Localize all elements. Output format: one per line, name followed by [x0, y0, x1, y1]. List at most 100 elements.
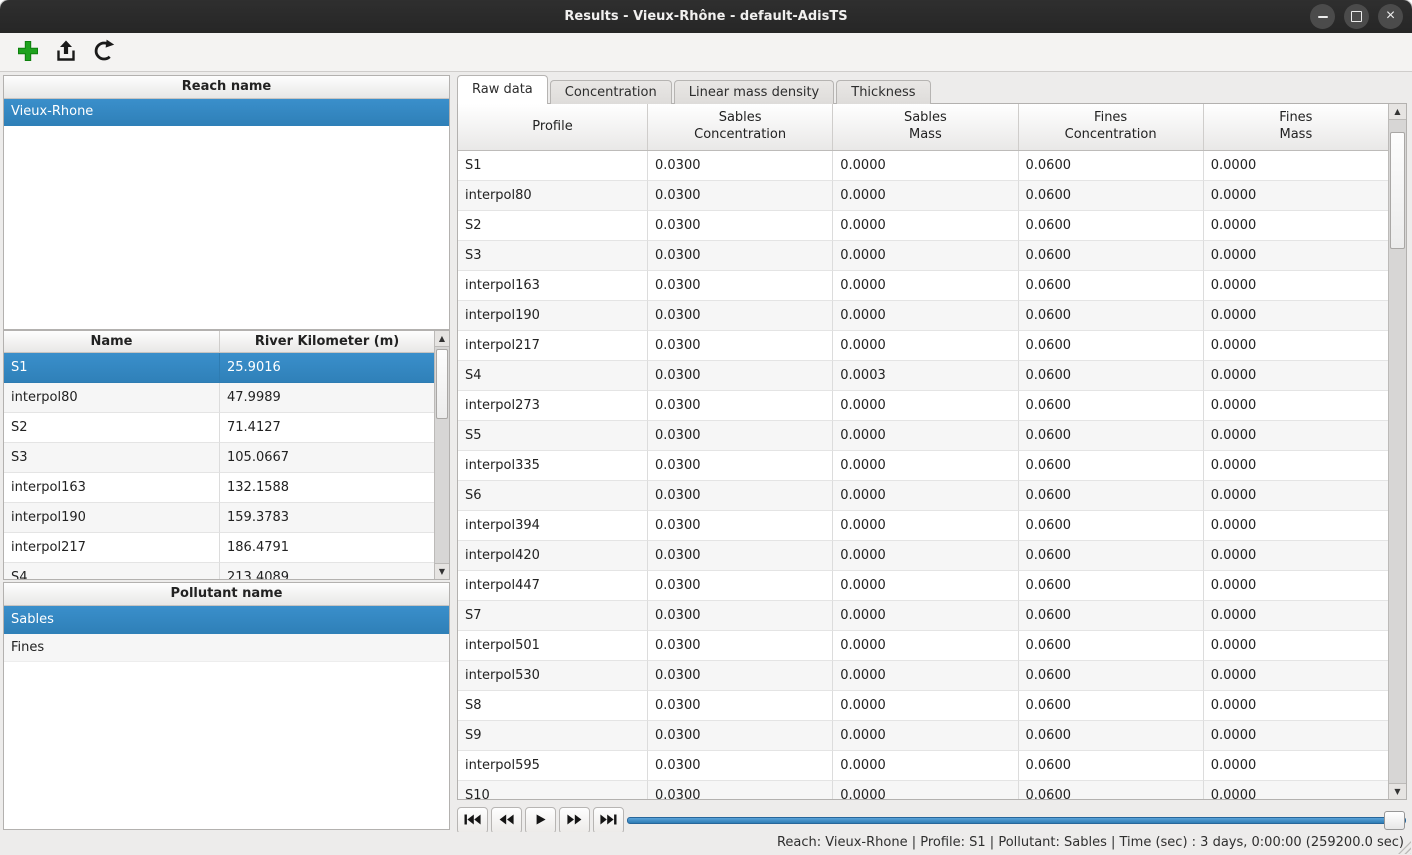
- reach-list-item[interactable]: Vieux-Rhone: [4, 99, 449, 126]
- profile-row[interactable]: S3105.0667: [4, 443, 435, 473]
- table-row[interactable]: interpol4470.03000.00000.06000.0000: [458, 571, 1389, 601]
- tab-raw-data[interactable]: Raw data: [457, 75, 548, 104]
- value-cell[interactable]: 0.0600: [1019, 451, 1204, 481]
- value-cell[interactable]: 0.0300: [648, 361, 833, 391]
- profile-cell[interactable]: S3: [458, 241, 648, 271]
- column-header[interactable]: FinesMass: [1204, 104, 1389, 150]
- value-cell[interactable]: 0.0600: [1019, 421, 1204, 451]
- profile-rk-cell[interactable]: 25.9016: [220, 353, 435, 383]
- value-cell[interactable]: 0.0000: [1204, 511, 1389, 541]
- profile-name-cell[interactable]: S1: [4, 353, 220, 383]
- pollutant-list-item[interactable]: Sables: [4, 606, 449, 634]
- profile-cell[interactable]: interpol595: [458, 751, 648, 781]
- profile-rk-cell[interactable]: 71.4127: [220, 413, 435, 443]
- tab-linear-mass-density[interactable]: Linear mass density: [674, 80, 835, 104]
- profile-name-cell[interactable]: interpol217: [4, 533, 220, 563]
- value-cell[interactable]: 0.0000: [1204, 631, 1389, 661]
- column-header[interactable]: SablesMass: [833, 104, 1018, 150]
- scrollbar-thumb[interactable]: [436, 349, 448, 419]
- profile-cell[interactable]: interpol447: [458, 571, 648, 601]
- table-row[interactable]: interpol1630.03000.00000.06000.0000: [458, 271, 1389, 301]
- value-cell[interactable]: 0.0300: [648, 601, 833, 631]
- value-cell[interactable]: 0.0000: [1204, 241, 1389, 271]
- value-cell[interactable]: 0.0300: [648, 481, 833, 511]
- table-row[interactable]: interpol4200.03000.00000.06000.0000: [458, 541, 1389, 571]
- profile-name-cell[interactable]: S3: [4, 443, 220, 473]
- value-cell[interactable]: 0.0600: [1019, 601, 1204, 631]
- value-cell[interactable]: 0.0000: [833, 661, 1018, 691]
- table-row[interactable]: S60.03000.00000.06000.0000: [458, 481, 1389, 511]
- profile-cell[interactable]: S10: [458, 781, 648, 799]
- scroll-down-icon[interactable]: ▼: [1389, 783, 1406, 799]
- value-cell[interactable]: 0.0600: [1019, 571, 1204, 601]
- value-cell[interactable]: 0.0000: [1204, 451, 1389, 481]
- profile-cell[interactable]: interpol530: [458, 661, 648, 691]
- value-cell[interactable]: 0.0600: [1019, 721, 1204, 751]
- profile-cell[interactable]: interpol420: [458, 541, 648, 571]
- tab-thickness[interactable]: Thickness: [836, 80, 930, 104]
- value-cell[interactable]: 0.0000: [833, 391, 1018, 421]
- value-cell[interactable]: 0.0000: [833, 721, 1018, 751]
- value-cell[interactable]: 0.0600: [1019, 691, 1204, 721]
- table-row[interactable]: interpol1900.03000.00000.06000.0000: [458, 301, 1389, 331]
- table-row[interactable]: S70.03000.00000.06000.0000: [458, 601, 1389, 631]
- value-cell[interactable]: 0.0000: [1204, 391, 1389, 421]
- table-row[interactable]: interpol3350.03000.00000.06000.0000: [458, 451, 1389, 481]
- value-cell[interactable]: 0.0000: [1204, 211, 1389, 241]
- column-header[interactable]: SablesConcentration: [648, 104, 833, 150]
- value-cell[interactable]: 0.0000: [833, 571, 1018, 601]
- time-slider-track[interactable]: [627, 817, 1406, 824]
- value-cell[interactable]: 0.0000: [1204, 751, 1389, 781]
- column-header[interactable]: Profile: [458, 104, 648, 150]
- value-cell[interactable]: 0.0300: [648, 181, 833, 211]
- value-cell[interactable]: 0.0600: [1019, 481, 1204, 511]
- value-cell[interactable]: 0.0000: [1204, 721, 1389, 751]
- value-cell[interactable]: 0.0300: [648, 691, 833, 721]
- table-row[interactable]: interpol5010.03000.00000.06000.0000: [458, 631, 1389, 661]
- value-cell[interactable]: 0.0300: [648, 421, 833, 451]
- value-cell[interactable]: 0.0000: [1204, 481, 1389, 511]
- value-cell[interactable]: 0.0600: [1019, 631, 1204, 661]
- value-cell[interactable]: 0.0300: [648, 781, 833, 799]
- value-cell[interactable]: 0.0300: [648, 631, 833, 661]
- profile-cell[interactable]: interpol501: [458, 631, 648, 661]
- table-row[interactable]: S40.03000.00030.06000.0000: [458, 361, 1389, 391]
- profile-cell[interactable]: S2: [458, 211, 648, 241]
- profile-cell[interactable]: interpol80: [458, 181, 648, 211]
- profile-rk-cell[interactable]: 159.3783: [220, 503, 435, 533]
- value-cell[interactable]: 0.0000: [833, 271, 1018, 301]
- export-button[interactable]: [50, 36, 82, 68]
- table-row[interactable]: S80.03000.00000.06000.0000: [458, 691, 1389, 721]
- minimize-button[interactable]: [1310, 4, 1335, 29]
- fast-forward-button[interactable]: [559, 807, 590, 834]
- value-cell[interactable]: 0.0000: [833, 631, 1018, 661]
- value-cell[interactable]: 0.0300: [648, 721, 833, 751]
- value-cell[interactable]: 0.0000: [833, 781, 1018, 799]
- profile-cell[interactable]: S6: [458, 481, 648, 511]
- profile-row[interactable]: interpol217186.4791: [4, 533, 435, 563]
- table-row[interactable]: interpol5950.03000.00000.06000.0000: [458, 751, 1389, 781]
- value-cell[interactable]: 0.0000: [1204, 151, 1389, 181]
- value-cell[interactable]: 0.0600: [1019, 271, 1204, 301]
- value-cell[interactable]: 0.0003: [833, 361, 1018, 391]
- table-row[interactable]: interpol2170.03000.00000.06000.0000: [458, 331, 1389, 361]
- fast-backward-button[interactable]: [491, 807, 522, 834]
- value-cell[interactable]: 0.0300: [648, 451, 833, 481]
- profile-rk-cell[interactable]: 132.1588: [220, 473, 435, 503]
- value-cell[interactable]: 0.0300: [648, 391, 833, 421]
- value-cell[interactable]: 0.0000: [1204, 361, 1389, 391]
- value-cell[interactable]: 0.0000: [1204, 691, 1389, 721]
- profile-cell[interactable]: S8: [458, 691, 648, 721]
- value-cell[interactable]: 0.0300: [648, 241, 833, 271]
- value-cell[interactable]: 0.0000: [833, 451, 1018, 481]
- profile-cell[interactable]: interpol394: [458, 511, 648, 541]
- table-row[interactable]: S50.03000.00000.06000.0000: [458, 421, 1389, 451]
- value-cell[interactable]: 0.0000: [833, 211, 1018, 241]
- table-row[interactable]: interpol2730.03000.00000.06000.0000: [458, 391, 1389, 421]
- profile-rk-cell[interactable]: 213.4089: [220, 563, 435, 580]
- profile-cell[interactable]: interpol190: [458, 301, 648, 331]
- value-cell[interactable]: 0.0000: [1204, 301, 1389, 331]
- table-row[interactable]: interpol800.03000.00000.06000.0000: [458, 181, 1389, 211]
- column-header-name[interactable]: Name: [4, 331, 220, 352]
- value-cell[interactable]: 0.0000: [1204, 181, 1389, 211]
